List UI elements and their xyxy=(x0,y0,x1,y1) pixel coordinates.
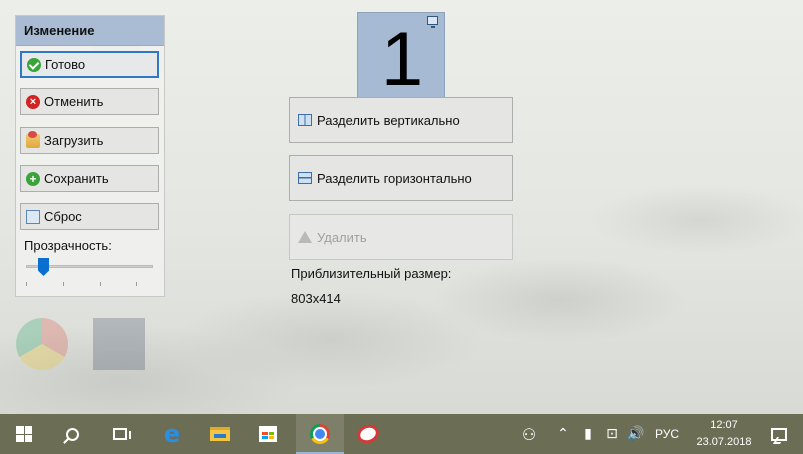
file-explorer-icon xyxy=(210,427,230,441)
start-button[interactable] xyxy=(0,414,48,454)
task-view-button[interactable] xyxy=(96,414,144,454)
taskbar-store[interactable] xyxy=(244,414,292,454)
language-label: РУС xyxy=(654,427,680,441)
transparency-label: Прозрачность: xyxy=(24,238,112,253)
volume-icon: 🔊 xyxy=(627,426,645,442)
approx-size-value: 803x414 xyxy=(291,291,341,306)
slider-tick xyxy=(100,282,101,286)
cancel-button-label: Отменить xyxy=(44,94,104,109)
monitor-icon xyxy=(427,16,438,28)
edit-panel: Изменение Готово × Отменить Загрузить + … xyxy=(15,15,165,297)
done-button[interactable]: Готово xyxy=(20,51,159,78)
slider-tick xyxy=(136,282,137,286)
split-horizontal-label: Разделить горизонтально xyxy=(317,170,472,186)
load-button[interactable]: Загрузить xyxy=(20,127,159,154)
split-vertical-button[interactable]: Разделить вертикально xyxy=(289,97,513,143)
desktop-icon-google-chrome xyxy=(16,318,68,370)
desktop-icon-setup xyxy=(93,318,145,370)
language-indicator[interactable]: РУС xyxy=(650,414,684,454)
split-horizontal-icon xyxy=(298,172,312,184)
reset-button-label: Сброс xyxy=(44,209,82,224)
taskbar: e ⚇ ⌃ ▮ ⊡ 🔊 РУС 12:07 23.07.2018 xyxy=(0,414,803,454)
save-button[interactable]: + Сохранить xyxy=(20,165,159,192)
clock-date: 23.07.2018 xyxy=(696,436,752,448)
search-icon xyxy=(65,427,79,441)
battery-tray[interactable]: ▮ xyxy=(578,414,598,454)
task-view-icon xyxy=(113,428,131,440)
split-vertical-icon xyxy=(298,114,312,126)
cancel-button[interactable]: × Отменить xyxy=(20,88,159,115)
chrome-icon xyxy=(310,424,330,444)
app-icon xyxy=(354,421,382,447)
taskbar-app[interactable] xyxy=(344,414,392,454)
volume-tray[interactable]: 🔊 xyxy=(624,414,648,454)
done-button-label: Готово xyxy=(45,57,86,72)
people-button[interactable]: ⚇ xyxy=(514,414,544,454)
network-tray[interactable]: ⊡ xyxy=(600,414,624,454)
battery-icon: ▮ xyxy=(584,426,592,442)
clock[interactable]: 12:07 23.07.2018 xyxy=(696,417,752,451)
monitor-number: 1 xyxy=(380,17,424,102)
cancel-icon: × xyxy=(26,94,40,109)
chevron-up-icon: ⌃ xyxy=(557,426,569,442)
slider-tick xyxy=(63,282,64,286)
taskbar-edge[interactable]: e xyxy=(148,414,196,454)
show-hidden-icons-button[interactable]: ⌃ xyxy=(552,414,574,454)
approx-size-label: Приблизительный размер: xyxy=(291,266,452,281)
checkmark-icon xyxy=(27,57,41,72)
reset-button[interactable]: Сброс xyxy=(20,203,159,230)
add-icon: + xyxy=(26,171,40,186)
edge-icon: e xyxy=(163,420,181,448)
delete-button[interactable]: Удалить xyxy=(289,214,513,260)
document-icon xyxy=(26,209,40,224)
windows-icon xyxy=(16,426,32,442)
notification-icon xyxy=(771,427,787,441)
taskbar-file-explorer[interactable] xyxy=(196,414,244,454)
load-button-label: Загрузить xyxy=(44,133,104,148)
taskbar-chrome[interactable] xyxy=(296,414,344,454)
network-icon: ⊡ xyxy=(606,426,618,442)
split-horizontal-button[interactable]: Разделить горизонтально xyxy=(289,155,513,201)
slider-tick xyxy=(26,282,27,286)
transparency-slider-thumb[interactable] xyxy=(38,258,49,276)
delete-label: Удалить xyxy=(317,229,367,245)
action-center-button[interactable] xyxy=(755,414,803,454)
store-icon xyxy=(259,426,277,442)
save-button-label: Сохранить xyxy=(44,171,109,186)
people-icon: ⚇ xyxy=(521,424,537,444)
monitor-zone-1[interactable]: 1 xyxy=(357,12,445,106)
clock-time: 12:07 xyxy=(710,419,738,431)
open-folder-icon xyxy=(26,130,40,148)
search-button[interactable] xyxy=(48,414,96,454)
panel-title: Изменение xyxy=(16,16,164,46)
delete-icon xyxy=(298,231,312,243)
split-vertical-label: Разделить вертикально xyxy=(317,112,460,128)
